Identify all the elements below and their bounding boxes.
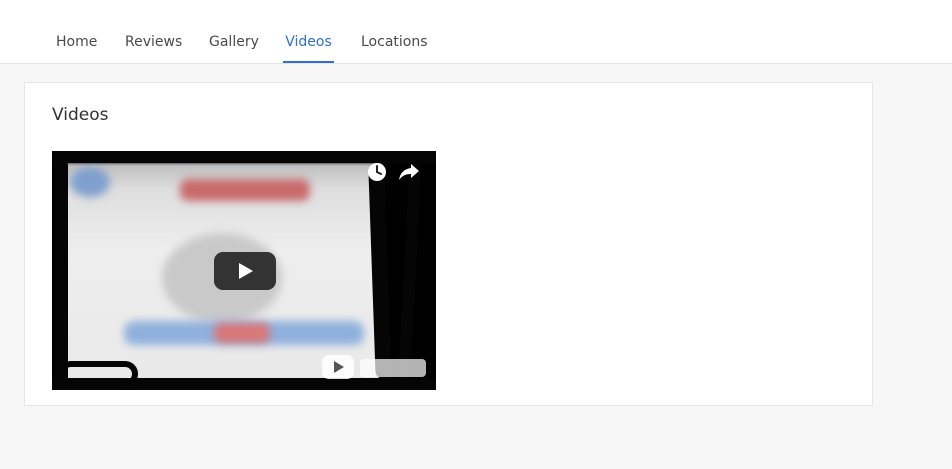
watch-later-icon[interactable] — [366, 161, 388, 183]
thumbnail-red-text-blur — [180, 179, 310, 201]
nav-tab-locations[interactable]: Locations — [361, 0, 428, 63]
nav-tab-gallery[interactable]: Gallery — [209, 0, 259, 63]
nav-tab-home[interactable]: Home — [56, 0, 97, 63]
video-player[interactable] — [52, 151, 436, 390]
frame-right-stroke-2 — [398, 160, 422, 380]
thumbnail-logo-blur — [70, 167, 110, 197]
top-navigation: Home Reviews Gallery Videos Locations — [0, 0, 952, 64]
frame-left-stroke — [54, 159, 68, 384]
thumbnail-red-accent-blur — [214, 323, 270, 343]
frame-scribble — [58, 361, 138, 387]
section-title: Videos — [52, 105, 109, 125]
youtube-logo-icon[interactable] — [322, 353, 430, 381]
videos-card: Videos — [24, 82, 873, 406]
nav-tab-videos[interactable]: Videos — [283, 0, 334, 63]
nav-tab-reviews[interactable]: Reviews — [125, 0, 182, 63]
play-button[interactable] — [214, 252, 276, 290]
share-icon[interactable] — [398, 162, 420, 182]
